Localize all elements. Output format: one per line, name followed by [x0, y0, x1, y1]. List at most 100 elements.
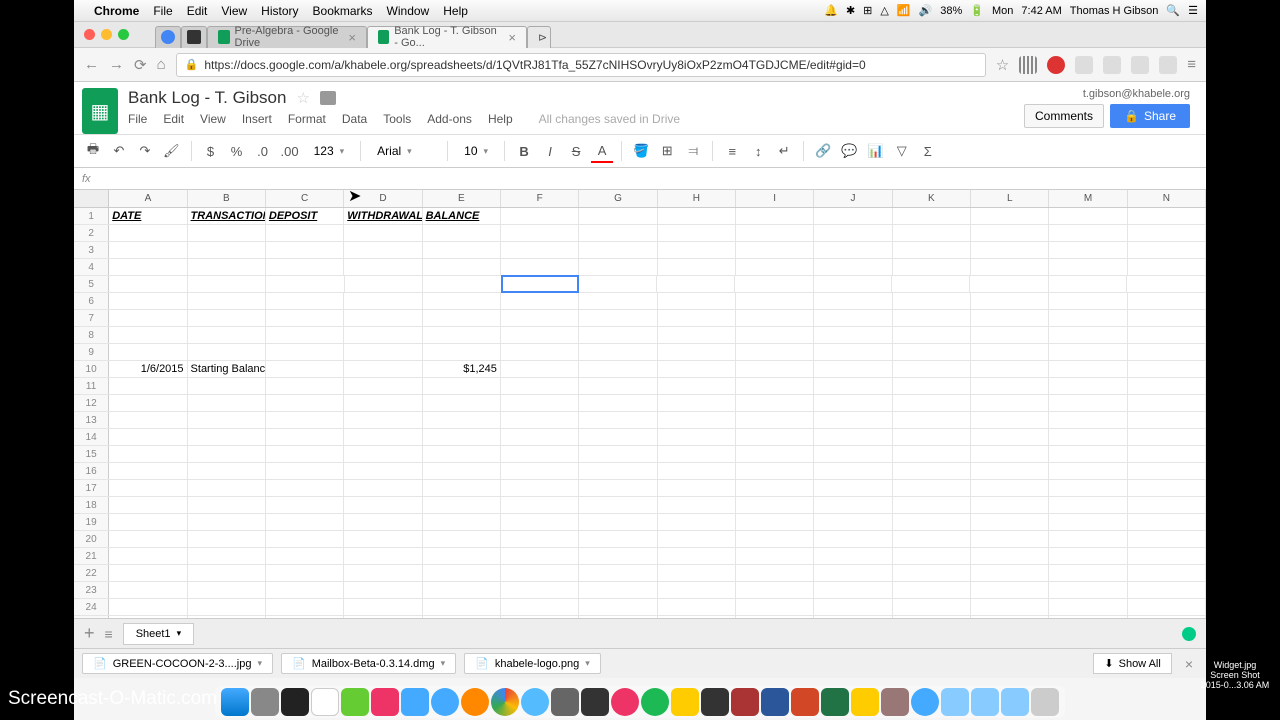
- mac-menu-history[interactable]: History: [261, 4, 298, 18]
- cell[interactable]: [344, 565, 422, 581]
- cell[interactable]: [266, 293, 344, 309]
- cell[interactable]: [1128, 327, 1206, 343]
- cell[interactable]: [188, 242, 266, 258]
- borders-button[interactable]: ⊞: [656, 139, 678, 163]
- cell[interactable]: [1049, 548, 1127, 564]
- add-sheet-button[interactable]: +: [84, 623, 95, 644]
- row-header[interactable]: 13: [74, 412, 109, 428]
- cell[interactable]: [736, 327, 814, 343]
- cell[interactable]: [501, 242, 579, 258]
- cell[interactable]: [971, 310, 1049, 326]
- link-button[interactable]: 🔗: [812, 139, 834, 163]
- cell[interactable]: [423, 446, 501, 462]
- cell[interactable]: [266, 395, 344, 411]
- cell[interactable]: [188, 582, 266, 598]
- share-button[interactable]: 🔒 Share: [1110, 104, 1190, 128]
- dock-app-icon[interactable]: [731, 688, 759, 716]
- format-select[interactable]: 123▾: [306, 139, 353, 163]
- cell[interactable]: [658, 378, 736, 394]
- pocket-icon[interactable]: [1131, 56, 1149, 74]
- increase-decimal-button[interactable]: .00: [278, 139, 302, 163]
- cell[interactable]: [579, 242, 657, 258]
- cell[interactable]: [109, 259, 187, 275]
- cell[interactable]: [501, 429, 579, 445]
- print-icon[interactable]: 🖶: [82, 139, 104, 163]
- cell[interactable]: [814, 497, 892, 513]
- dock-itunes-icon[interactable]: [611, 688, 639, 716]
- cell[interactable]: [735, 276, 813, 292]
- percent-button[interactable]: %: [226, 139, 248, 163]
- cell[interactable]: [344, 378, 422, 394]
- cell[interactable]: [423, 378, 501, 394]
- dock-excel-icon[interactable]: [821, 688, 849, 716]
- cell[interactable]: [501, 463, 579, 479]
- cell[interactable]: [266, 361, 344, 377]
- cell[interactable]: [893, 208, 971, 224]
- dock-calendar-icon[interactable]: [311, 688, 339, 716]
- cell[interactable]: [109, 412, 187, 428]
- row-header[interactable]: 10: [74, 361, 109, 377]
- cell[interactable]: [893, 225, 971, 241]
- cell[interactable]: [1128, 429, 1206, 445]
- cell[interactable]: [579, 293, 657, 309]
- spotlight-icon[interactable]: 🔍: [1166, 4, 1180, 17]
- mac-menu-edit[interactable]: Edit: [187, 4, 208, 18]
- cell[interactable]: [109, 310, 187, 326]
- cell[interactable]: [344, 480, 422, 496]
- cell[interactable]: [109, 225, 187, 241]
- fill-color-button[interactable]: 🪣: [630, 139, 652, 163]
- cell[interactable]: [501, 395, 579, 411]
- cell[interactable]: [501, 599, 579, 615]
- cell[interactable]: [814, 480, 892, 496]
- cell[interactable]: [344, 327, 422, 343]
- col-header[interactable]: L: [971, 190, 1049, 207]
- cell[interactable]: [344, 242, 422, 258]
- cell[interactable]: [971, 378, 1049, 394]
- cell[interactable]: [578, 276, 656, 292]
- cell[interactable]: [1049, 412, 1127, 428]
- cell[interactable]: [893, 616, 971, 618]
- cell[interactable]: [658, 480, 736, 496]
- dock-finder-icon[interactable]: [221, 688, 249, 716]
- cell[interactable]: [971, 395, 1049, 411]
- pinned-tab[interactable]: [181, 26, 207, 48]
- cell[interactable]: [266, 480, 344, 496]
- cell[interactable]: [1128, 412, 1206, 428]
- cell[interactable]: [1128, 599, 1206, 615]
- cell[interactable]: [188, 310, 266, 326]
- clock-day[interactable]: Mon: [992, 5, 1013, 17]
- cell[interactable]: [814, 429, 892, 445]
- cell[interactable]: [501, 310, 579, 326]
- cell[interactable]: [579, 259, 657, 275]
- cell[interactable]: [423, 429, 501, 445]
- cell[interactable]: [814, 327, 892, 343]
- cell[interactable]: [1128, 293, 1206, 309]
- cell[interactable]: [1128, 463, 1206, 479]
- cell[interactable]: [736, 208, 814, 224]
- cell[interactable]: [579, 548, 657, 564]
- dock-terminal-icon[interactable]: [281, 688, 309, 716]
- col-header[interactable]: H: [658, 190, 736, 207]
- cell[interactable]: [971, 565, 1049, 581]
- menu-edit[interactable]: Edit: [163, 112, 184, 126]
- row-header[interactable]: 24: [74, 599, 109, 615]
- cell[interactable]: [501, 582, 579, 598]
- cell[interactable]: [893, 259, 971, 275]
- cell[interactable]: [501, 480, 579, 496]
- dock-word-icon[interactable]: [761, 688, 789, 716]
- cell[interactable]: [344, 463, 422, 479]
- cell[interactable]: [971, 344, 1049, 360]
- cell[interactable]: [501, 259, 579, 275]
- col-header[interactable]: A: [109, 190, 187, 207]
- cell[interactable]: [423, 395, 501, 411]
- cell[interactable]: [658, 446, 736, 462]
- dock-notes-icon[interactable]: [851, 688, 879, 716]
- cell[interactable]: [423, 412, 501, 428]
- cell[interactable]: [814, 276, 892, 292]
- cell[interactable]: [971, 582, 1049, 598]
- cell[interactable]: [109, 395, 187, 411]
- cell[interactable]: [188, 531, 266, 547]
- cell[interactable]: [1049, 208, 1127, 224]
- merge-button[interactable]: ⫤: [682, 139, 704, 163]
- evernote-icon[interactable]: ✱: [846, 4, 855, 17]
